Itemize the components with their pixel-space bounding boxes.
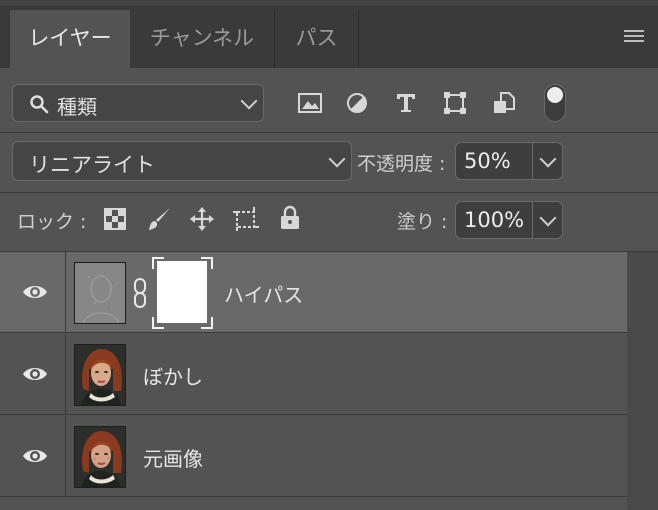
smart-object-filter-icon[interactable] [492, 91, 516, 115]
type-filter-icon[interactable] [395, 92, 417, 114]
chevron-down-icon [240, 92, 258, 110]
lock-image-pixels-icon[interactable] [146, 206, 172, 232]
link-icon[interactable] [132, 277, 148, 309]
lock-position-icon[interactable] [189, 206, 215, 232]
search-icon [30, 95, 49, 114]
mask-selection-corner [201, 257, 213, 269]
layer-mask-thumbnail[interactable] [157, 261, 207, 323]
mask-selection-corner [152, 257, 164, 269]
adjustment-filter-icon[interactable] [346, 92, 368, 114]
opacity-input[interactable]: 50% [455, 142, 533, 180]
divider [0, 192, 658, 193]
lock-all-icon[interactable] [279, 205, 301, 231]
layer-thumbnail[interactable] [74, 262, 126, 324]
layer-visibility-toggle[interactable] [0, 416, 66, 497]
blend-mode-select[interactable]: リニアライト [12, 141, 352, 181]
tab-channels[interactable]: チャンネル [130, 10, 275, 68]
eye-icon [23, 368, 47, 380]
layer-name[interactable]: ハイパス [224, 279, 303, 308]
lock-label: ロック : [17, 211, 87, 233]
layers-list: ハイパス ぼかし 元画像 [0, 252, 658, 510]
layer-thumbnail[interactable] [74, 344, 126, 406]
tab-bar-top-edge [0, 0, 658, 6]
toggle-knob [547, 87, 563, 103]
mask-selection-corner [152, 317, 164, 329]
lock-artboard-icon[interactable] [232, 206, 260, 232]
portrait-thumbnail-image [75, 427, 125, 487]
fill-dropdown-button[interactable] [533, 201, 563, 239]
opacity-label: 不透明度 : [357, 153, 446, 175]
layer-visibility-toggle[interactable] [0, 334, 66, 415]
tab-layers[interactable]: レイヤー [10, 10, 130, 68]
layer-thumbnail[interactable] [74, 426, 126, 488]
layer-row-original[interactable]: 元画像 [0, 416, 627, 497]
panel-tab-bar: レイヤー チャンネル パス [0, 0, 658, 68]
chevron-down-icon [539, 150, 557, 168]
layer-visibility-toggle[interactable] [0, 252, 66, 333]
fill-label: 塗り : [397, 211, 448, 233]
opacity-dropdown-button[interactable] [533, 142, 563, 180]
panel-menu-icon[interactable] [624, 30, 644, 44]
filter-type-label: 種類 [57, 95, 97, 119]
image-filter-icon[interactable] [298, 92, 322, 114]
mask-selection-corner [201, 317, 213, 329]
lock-transparent-pixels-icon[interactable] [104, 208, 126, 230]
layer-row-blur[interactable]: ぼかし [0, 334, 627, 415]
layer-row-high-pass[interactable]: ハイパス [0, 252, 627, 333]
filter-type-select[interactable]: 種類 [12, 84, 264, 122]
eye-icon [23, 450, 47, 462]
portrait-thumbnail-image [75, 345, 125, 405]
fill-input[interactable]: 100% [455, 201, 533, 239]
shape-filter-icon[interactable] [443, 91, 467, 115]
filter-toggle-switch[interactable] [544, 84, 566, 122]
layer-name[interactable]: 元画像 [143, 443, 203, 472]
layer-name[interactable]: ぼかし [143, 361, 203, 390]
chevron-down-icon [539, 209, 557, 227]
chevron-down-icon [328, 150, 346, 168]
blend-mode-label: リニアライト [29, 153, 155, 177]
divider [0, 132, 658, 133]
eye-icon [23, 286, 47, 298]
tab-paths[interactable]: パス [275, 10, 359, 68]
